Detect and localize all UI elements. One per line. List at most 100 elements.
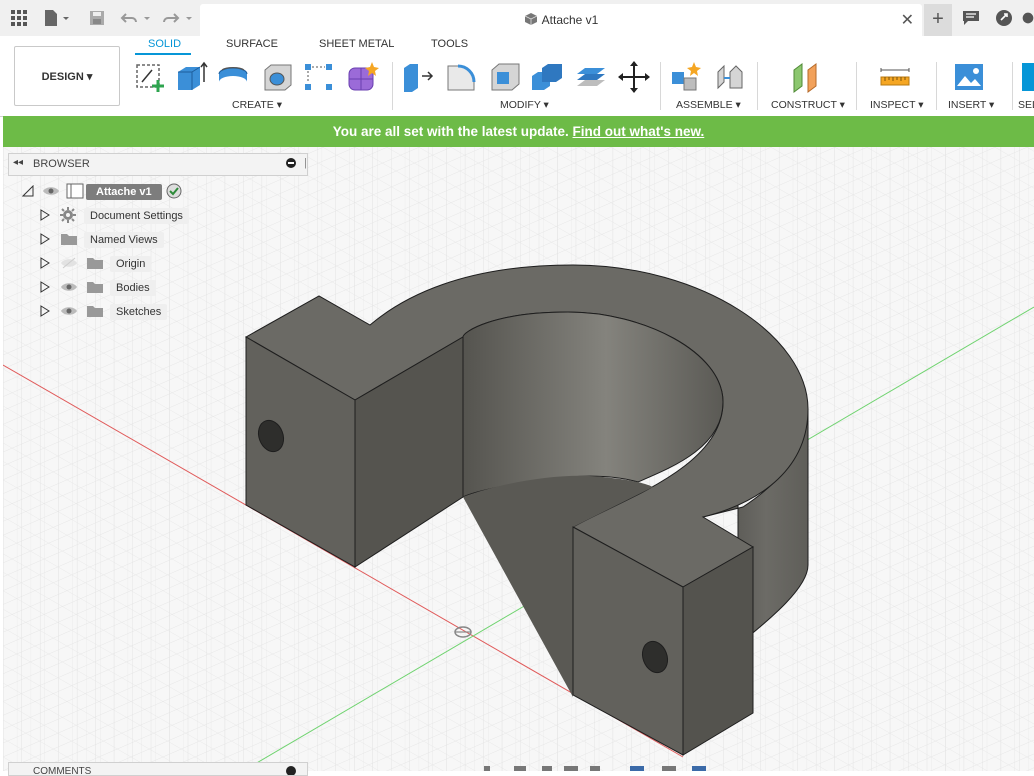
gear-icon xyxy=(60,206,84,226)
browser-item-sketches[interactable]: Sketches xyxy=(40,302,168,322)
hidden-eye-icon[interactable] xyxy=(60,257,86,272)
workspace-switcher[interactable]: DESIGN ▾ xyxy=(14,46,120,106)
pattern-icon[interactable] xyxy=(302,60,336,94)
ribbon-separator xyxy=(856,62,857,110)
update-banner: You are all set with the latest update. … xyxy=(3,116,1034,147)
expand-triangle-icon[interactable] xyxy=(40,208,60,224)
browser-item-origin[interactable]: Origin xyxy=(40,254,152,274)
press-pull-icon[interactable] xyxy=(400,60,434,94)
orbit-icon[interactable] xyxy=(484,766,490,771)
tree-item-label[interactable]: Bodies xyxy=(110,280,156,296)
tree-item-label[interactable]: Document Settings xyxy=(84,208,189,224)
zoom-icon[interactable] xyxy=(564,766,578,771)
tab-surface[interactable]: SURFACE xyxy=(226,38,278,50)
shell-icon[interactable] xyxy=(488,60,522,94)
browser-title: BROWSER xyxy=(33,158,90,170)
fit-icon[interactable] xyxy=(590,766,600,771)
ribbon-separator xyxy=(392,62,393,110)
new-component-icon[interactable] xyxy=(670,60,704,94)
tree-item-label[interactable]: Sketches xyxy=(110,304,168,320)
document-icon xyxy=(66,183,84,202)
undo-icon[interactable] xyxy=(120,8,152,28)
collapse-panel-icon[interactable]: ◂◂ xyxy=(13,157,23,168)
browser-item-named-views[interactable]: Named Views xyxy=(40,230,164,250)
ribbon-separator xyxy=(936,62,937,110)
navigation-bar xyxy=(470,762,720,771)
file-menu-icon[interactable] xyxy=(42,8,72,28)
document-title-text: Attache v1 xyxy=(541,13,599,27)
folder-icon xyxy=(60,232,84,249)
whats-new-link[interactable]: Find out what's new. xyxy=(573,124,705,139)
construct-group-label[interactable]: CONSTRUCT ▾ xyxy=(771,99,845,111)
tab-tools[interactable]: TOOLS xyxy=(431,38,468,50)
inspect-group-label[interactable]: INSPECT ▾ xyxy=(870,99,924,111)
combine-icon[interactable] xyxy=(530,60,564,94)
move-icon[interactable] xyxy=(617,60,651,94)
select-group-label[interactable]: SEL xyxy=(1018,99,1034,111)
measure-icon[interactable] xyxy=(878,60,912,94)
visibility-eye-icon[interactable] xyxy=(60,281,86,296)
expand-triangle-icon[interactable] xyxy=(40,256,60,272)
expand-triangle-icon[interactable] xyxy=(40,280,60,296)
pan-icon[interactable] xyxy=(542,766,552,771)
create-group-label[interactable]: CREATE ▾ xyxy=(232,99,282,111)
revolve-icon[interactable] xyxy=(216,60,250,94)
jobs-status-icon[interactable] xyxy=(995,8,1013,28)
tab-solid[interactable]: SOLID xyxy=(148,38,181,50)
expand-triangle-icon[interactable] xyxy=(40,232,60,248)
grid-settings-icon[interactable] xyxy=(662,766,676,771)
tree-item-label[interactable]: Origin xyxy=(110,256,152,272)
app-grid-icon[interactable] xyxy=(10,8,28,28)
title-bar: Attache v1 ✕ + xyxy=(0,0,1034,37)
comments-title: COMMENTS xyxy=(33,766,92,776)
minimize-panel-icon[interactable] xyxy=(285,157,297,172)
folder-icon xyxy=(86,280,110,297)
folder-icon xyxy=(86,304,110,321)
root-component-label[interactable]: Attache v1 xyxy=(86,184,162,200)
fillet-icon[interactable] xyxy=(444,60,478,94)
panel-pin-icon[interactable]: | xyxy=(304,157,307,169)
ribbon-separator xyxy=(757,62,758,110)
hole-icon[interactable] xyxy=(260,60,294,94)
viewports-icon[interactable] xyxy=(692,766,706,771)
browser-panel-header[interactable]: ◂◂ BROWSER | xyxy=(8,153,308,176)
tab-sheet-metal[interactable]: SHEET METAL xyxy=(319,38,394,50)
visibility-eye-icon[interactable] xyxy=(60,305,86,320)
workspace-label: DESIGN ▾ xyxy=(41,70,93,83)
joint-icon[interactable] xyxy=(712,60,746,94)
banner-text: You are all set with the latest update. xyxy=(332,124,569,139)
look-at-icon[interactable] xyxy=(514,766,526,771)
visibility-eye-icon[interactable] xyxy=(42,185,66,200)
collapse-triangle-icon[interactable] xyxy=(21,184,36,200)
display-settings-icon[interactable] xyxy=(630,766,644,771)
folder-icon xyxy=(86,256,110,273)
box-icon xyxy=(524,13,537,25)
active-component-check-icon[interactable] xyxy=(166,183,182,202)
expand-triangle-icon[interactable] xyxy=(40,304,60,320)
form-icon[interactable] xyxy=(346,60,380,94)
redo-icon[interactable] xyxy=(162,8,194,28)
extrude-icon[interactable] xyxy=(174,60,208,94)
save-icon[interactable] xyxy=(88,8,106,28)
select-icon[interactable] xyxy=(1020,60,1034,94)
new-tab-button[interactable]: + xyxy=(924,4,952,36)
comments-panel-header[interactable]: COMMENTS xyxy=(8,762,308,776)
help-icon[interactable] xyxy=(1022,8,1034,28)
modify-group-label[interactable]: MODIFY ▾ xyxy=(500,99,549,111)
offset-plane-icon[interactable] xyxy=(790,60,824,94)
insert-group-label[interactable]: INSERT ▾ xyxy=(948,99,994,111)
document-tab[interactable]: Attache v1 ✕ xyxy=(200,4,922,36)
ribbon-separator xyxy=(1012,62,1013,110)
insert-image-icon[interactable] xyxy=(952,60,986,94)
create-sketch-icon[interactable] xyxy=(134,60,168,94)
notifications-icon[interactable] xyxy=(962,8,980,28)
assemble-group-label[interactable]: ASSEMBLE ▾ xyxy=(676,99,741,111)
tree-item-label[interactable]: Named Views xyxy=(84,232,164,248)
close-tab-icon[interactable]: ✕ xyxy=(901,10,914,30)
offset-face-icon[interactable] xyxy=(574,60,608,94)
browser-item-bodies[interactable]: Bodies xyxy=(40,278,156,298)
ribbon-toolbar: DESIGN ▾ SOLID SURFACE SHEET METAL TOOLS… xyxy=(0,36,1034,117)
browser-item-document-settings[interactable]: Document Settings xyxy=(40,206,189,226)
browser-root-row[interactable]: Attache v1 xyxy=(21,182,182,202)
ribbon-separator xyxy=(660,62,661,110)
